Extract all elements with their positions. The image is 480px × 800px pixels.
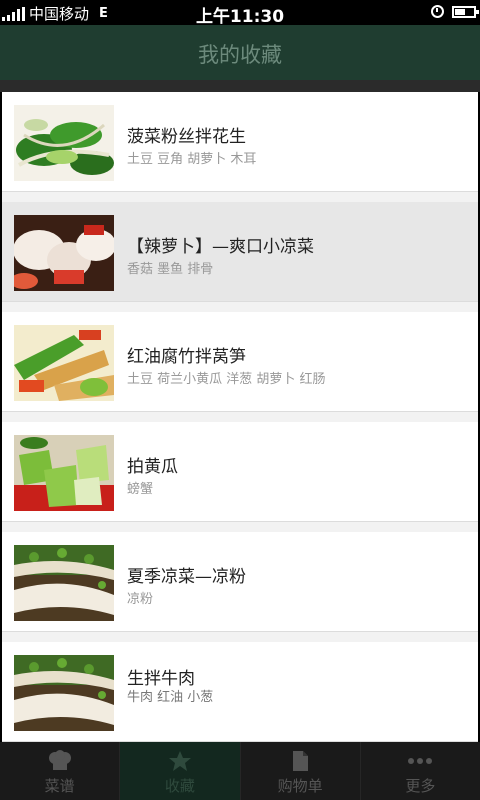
recipe-thumbnail (14, 435, 114, 511)
divider (2, 632, 478, 642)
tab-label: 更多 (405, 777, 436, 795)
tab-favorites[interactable]: 收藏 (120, 742, 241, 800)
divider (2, 412, 478, 422)
more-dots-icon (408, 758, 433, 764)
recipe-name: 夏季凉菜—凉粉 (127, 567, 246, 587)
divider (2, 192, 478, 202)
status-time: 上午11:30 (195, 7, 285, 27)
alarm-clock-icon (431, 5, 444, 18)
recipe-ingredients: 牛肉 红油 小葱 (127, 690, 214, 705)
recipe-name: 菠菜粉丝拌花生 (127, 127, 246, 147)
recipe-ingredients: 螃蟹 (127, 482, 154, 497)
divider (2, 302, 478, 312)
recipe-thumbnail (14, 545, 114, 621)
title-bar: 我的收藏 (0, 25, 480, 80)
favorite-item[interactable]: 红油腐竹拌莴笋 土豆 荷兰小黄瓜 洋葱 胡萝卜 红肠 (2, 312, 478, 412)
tab-label: 购物单 (277, 777, 323, 795)
chef-hat-icon (48, 750, 71, 770)
favorite-item[interactable]: 菠菜粉丝拌花生 土豆 豆角 胡萝卜 木耳 (2, 92, 478, 192)
favorites-list[interactable]: 菠菜粉丝拌花生 土豆 豆角 胡萝卜 木耳 【辣萝卜】—爽口小凉菜 香菇 墨鱼 排… (2, 92, 478, 742)
divider (2, 522, 478, 532)
tab-label: 菜谱 (44, 777, 75, 795)
tab-more[interactable]: 更多 (361, 742, 480, 800)
recipe-thumbnail (14, 325, 114, 401)
recipe-ingredients: 凉粉 (127, 592, 154, 607)
recipe-thumbnail (14, 105, 114, 181)
recipe-thumbnail (14, 655, 114, 731)
favorite-item[interactable]: 生拌牛肉 牛肉 红油 小葱 (2, 642, 478, 742)
recipe-ingredients: 土豆 荷兰小黄瓜 洋葱 胡萝卜 红肠 (127, 372, 326, 387)
overlay-strip (0, 80, 480, 92)
recipe-name: 拍黄瓜 (127, 457, 178, 477)
recipe-ingredients: 土豆 豆角 胡萝卜 木耳 (127, 152, 257, 167)
page-title: 我的收藏 (198, 43, 282, 67)
recipe-ingredients: 香菇 墨鱼 排骨 (127, 262, 214, 277)
recipe-name: 【辣萝卜】—爽口小凉菜 (127, 237, 314, 257)
recipe-name: 红油腐竹拌莴笋 (127, 347, 246, 367)
tab-recipes[interactable]: 菜谱 (0, 742, 121, 800)
tab-label: 收藏 (164, 777, 195, 795)
favorite-item-selected[interactable]: 【辣萝卜】—爽口小凉菜 香菇 墨鱼 排骨 (2, 202, 478, 302)
star-icon (168, 751, 191, 771)
status-bar: 中国移动 E 上午11:30 (0, 0, 480, 27)
favorite-item[interactable]: 拍黄瓜 螃蟹 (2, 422, 478, 522)
document-icon (293, 751, 309, 771)
favorite-item[interactable]: 夏季凉菜—凉粉 凉粉 (2, 532, 478, 632)
recipe-thumbnail (14, 215, 114, 291)
bottom-tab-bar: 菜谱 收藏 购物单 更多 (0, 742, 480, 800)
tab-shopping-list[interactable]: 购物单 (241, 742, 361, 800)
battery-icon (452, 5, 479, 18)
